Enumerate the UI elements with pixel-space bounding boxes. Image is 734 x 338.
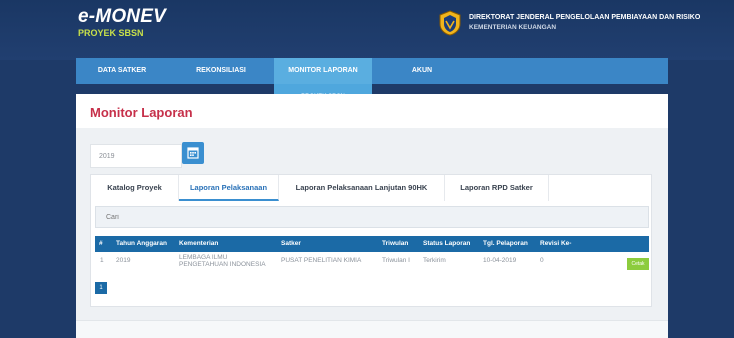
page-header: Monitor Laporan xyxy=(76,94,668,128)
col-triwulan[interactable]: Triwulan xyxy=(382,240,408,247)
tab-laporan-pelaksanaan[interactable]: Laporan Pelaksanaan xyxy=(179,175,279,201)
nav-data-satker[interactable]: DATA SATKER xyxy=(76,58,168,84)
calendar-button[interactable] xyxy=(182,142,204,164)
table-header: # Tahun Anggaran Kementerian Satker Triw… xyxy=(95,236,649,252)
page-title: Monitor Laporan xyxy=(90,105,193,120)
nav-rekonsiliasi[interactable]: REKONSILIASI xyxy=(168,58,274,84)
col-no: # xyxy=(99,240,103,247)
col-tahun-anggaran[interactable]: Tahun Anggaran xyxy=(116,240,167,247)
col-kementerian[interactable]: Kementerian xyxy=(179,240,218,247)
row-no: 1 xyxy=(100,257,104,264)
row-triwulan: Triwulan I xyxy=(382,257,410,264)
year-input[interactable] xyxy=(90,144,182,168)
tab-katalog-proyek[interactable]: Katalog Proyek xyxy=(91,175,179,201)
row-status: Terkirim xyxy=(423,257,446,264)
row-tahun: 2019 xyxy=(116,257,131,264)
row-revisi: 0 xyxy=(540,257,544,264)
org-name: DIREKTORAT JENDERAL PENGELOLAAN PEMBIAYA… xyxy=(469,14,701,21)
table-row: 1 2019 LEMBAGA ILMU PENGETAHUAN INDONESI… xyxy=(95,252,649,274)
nav-akun[interactable]: AKUN xyxy=(372,58,472,84)
nav-monitor-laporan[interactable]: MONITOR LAPORAN xyxy=(274,58,372,84)
tab-laporan-rpd-satker[interactable]: Laporan RPD Satker xyxy=(445,175,549,201)
col-revisi-ke[interactable]: Revisi Ke- xyxy=(540,240,571,247)
calendar-icon xyxy=(187,147,199,159)
report-panel: Katalog Proyek Laporan Pelaksanaan Lapor… xyxy=(90,174,652,307)
app-subtitle: PROYEK SBSN xyxy=(78,28,144,38)
pagination-page-1[interactable]: 1 xyxy=(95,282,107,294)
row-satker: PUSAT PENELITIAN KIMIA xyxy=(281,257,362,264)
row-kementerian-line1: LEMBAGA ILMU xyxy=(179,254,228,261)
report-tabs: Katalog Proyek Laporan Pelaksanaan Lapor… xyxy=(91,175,549,201)
cetak-button[interactable]: Cetak xyxy=(627,258,649,270)
search-input[interactable] xyxy=(95,206,649,228)
col-satker[interactable]: Satker xyxy=(281,240,301,247)
kemenkeu-emblem-icon xyxy=(439,10,461,36)
col-status-laporan[interactable]: Status Laporan xyxy=(423,240,470,247)
footer xyxy=(76,320,668,338)
row-kementerian-line2: PENGETAHUAN INDONESIA xyxy=(179,261,266,268)
main-nav: DATA SATKER REKONSILIASI MONITOR LAPORAN… xyxy=(76,58,668,84)
app-title: e-MONEV xyxy=(78,6,166,27)
row-tgl: 10-04-2019 xyxy=(483,257,517,264)
main-content: Monitor Laporan Katalog Proyek Laporan P… xyxy=(76,94,668,338)
tab-laporan-lanjutan-90hk[interactable]: Laporan Pelaksanaan Lanjutan 90HK xyxy=(279,175,445,201)
col-tgl-pelaporan[interactable]: Tgl. Pelaporan xyxy=(483,240,528,247)
org-subtitle: KEMENTERIAN KEUANGAN xyxy=(469,24,557,31)
